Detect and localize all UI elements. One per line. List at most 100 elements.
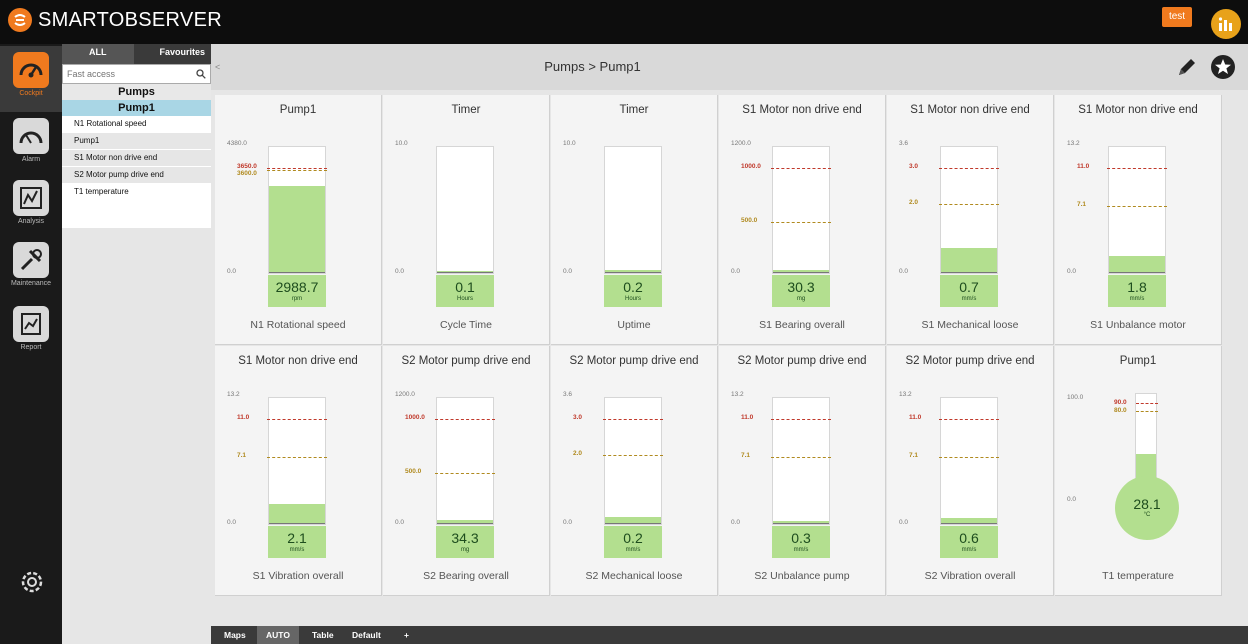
- card-title: S2 Motor pump drive end: [905, 355, 1035, 367]
- scale-max: 1200.0: [395, 391, 415, 398]
- card-subtitle: N1 Rotational speed: [250, 319, 346, 331]
- gauge-unit: mm/s: [793, 547, 809, 553]
- gauge-card[interactable]: S1 Motor non drive end 3.6 0.0 3.0 2.0 0.7 mm/…: [887, 95, 1054, 345]
- gauge-value: 0.2: [623, 279, 643, 295]
- tab-favourites[interactable]: Favourites: [134, 44, 212, 64]
- thermometer-card[interactable]: Pump1 100.0 0.0 90.0 80.0 28.1 °C T1 temperatur…: [1055, 346, 1222, 596]
- card-title: S1 Motor non drive end: [238, 355, 358, 367]
- threshold-label: 3.0: [573, 414, 583, 422]
- value-readout: 30.3 mg: [772, 275, 830, 307]
- value-readout: 0.1 Hours: [436, 275, 494, 307]
- thermometer-fill: [1136, 453, 1156, 478]
- scale-max: 4380.0: [227, 140, 247, 147]
- user-badge[interactable]: test: [1162, 7, 1192, 27]
- gauge-card[interactable]: S2 Motor pump drive end 3.6 0.0 3.0 2.0 0.2 mm…: [551, 346, 718, 596]
- fast-access-search: [62, 64, 211, 84]
- gauge-card[interactable]: S1 Motor non drive end 1200.0 0.0 1000.0 500…: [719, 95, 886, 345]
- card-subtitle: S2 Mechanical loose: [585, 570, 683, 582]
- tree-group-pumps[interactable]: Pumps: [62, 84, 211, 100]
- gauge-value: 0.7: [959, 279, 979, 295]
- gauge-unit: mm/s: [625, 547, 641, 553]
- gauge-card[interactable]: S1 Motor non drive end 13.2 0.0 11.0 7.1 2.1 m…: [215, 346, 382, 596]
- tree-item-pump1[interactable]: Pump1: [62, 133, 211, 150]
- threshold-label: 11.0: [1077, 163, 1090, 171]
- gauge-card[interactable]: S2 Motor pump drive end 13.2 0.0 11.0 7.1 0.6…: [887, 346, 1054, 596]
- view-tab-maps[interactable]: Maps: [215, 626, 255, 644]
- tree-item-t1[interactable]: T1 temperature: [62, 184, 211, 201]
- threshold-label: 7.1: [741, 452, 751, 460]
- scale-min: 0.0: [395, 519, 405, 526]
- nav-report[interactable]: Report: [0, 300, 62, 366]
- search-icon[interactable]: [196, 69, 206, 79]
- view-tab-add[interactable]: +: [395, 626, 418, 644]
- card-title: S2 Motor pump drive end: [401, 355, 531, 367]
- breadcrumb: Pumps > Pump1: [544, 59, 641, 74]
- card-title: S1 Motor non drive end: [1078, 104, 1198, 116]
- threshold-label: 7.1: [909, 452, 919, 460]
- scale-max: 13.2: [227, 391, 240, 398]
- bar-baseline: [605, 523, 661, 524]
- nav-analysis[interactable]: Analysis: [0, 174, 62, 240]
- card-title: Timer: [451, 104, 481, 116]
- value-readout: 0.2 mm/s: [604, 526, 662, 558]
- gauge-unit: mm/s: [961, 296, 977, 302]
- gauge-card[interactable]: Timer 10.0 0.0 0.2 Hours Uptime: [551, 95, 718, 345]
- app-logo[interactable]: SMARTOBSERVER: [8, 8, 222, 32]
- view-tab-table[interactable]: Table: [303, 626, 343, 644]
- card-subtitle: S2 Bearing overall: [423, 570, 509, 582]
- scale-min: 0.0: [1067, 268, 1077, 275]
- nav-label: Report: [20, 344, 42, 351]
- cockpit-gauge-icon: [13, 52, 49, 88]
- card-subtitle: S1 Vibration overall: [252, 570, 344, 582]
- nav-alarm[interactable]: Alarm: [0, 112, 62, 178]
- nav-label: Cockpit: [19, 90, 43, 97]
- threshold-line: [267, 419, 327, 421]
- threshold-label: 2.0: [573, 449, 583, 457]
- scale-min: 0.0: [1067, 496, 1077, 503]
- threshold-line: [771, 457, 831, 459]
- nav-cockpit[interactable]: Cockpit: [0, 46, 62, 112]
- tree-selected-pump1[interactable]: Pump1: [62, 100, 211, 116]
- settings-gear-icon[interactable]: [20, 570, 44, 594]
- gauge-unit: mg: [796, 296, 806, 302]
- analysis-chart-icon: [13, 180, 49, 216]
- card-title: S2 Motor pump drive end: [737, 355, 867, 367]
- card-subtitle: S1 Unbalance motor: [1090, 319, 1186, 331]
- gauge-value: 0.3: [791, 530, 811, 546]
- card-title: Pump1: [1119, 355, 1157, 367]
- bar-baseline: [269, 523, 325, 524]
- edit-pencil-icon[interactable]: [1176, 56, 1198, 78]
- scale-max: 100.0: [1067, 394, 1084, 401]
- card-title: S1 Motor non drive end: [742, 104, 862, 116]
- gauge-card[interactable]: S2 Motor pump drive end 1200.0 0.0 1000.0 50…: [383, 346, 550, 596]
- tree-item-s2[interactable]: S2 Motor pump drive end: [62, 167, 211, 184]
- nav-label: Alarm: [21, 156, 41, 163]
- view-tab-auto[interactable]: AUTO: [257, 626, 299, 644]
- gauge-card[interactable]: S1 Motor non drive end 13.2 0.0 11.0 7.1 1.8 m…: [1055, 95, 1222, 345]
- value-readout: 0.6 mm/s: [940, 526, 998, 558]
- gauge-card[interactable]: Timer 10.0 0.0 0.1 Hours Cycle Time: [383, 95, 550, 345]
- threshold-label: 11.0: [909, 414, 922, 422]
- tree-item-n1[interactable]: N1 Rotational speed: [62, 116, 211, 133]
- scale-max: 3.6: [563, 391, 573, 398]
- nav-maintenance[interactable]: Maintenance: [0, 236, 62, 302]
- card-subtitle: S1 Mechanical loose: [921, 319, 1019, 331]
- card-title: S1 Motor non drive end: [910, 104, 1030, 116]
- tab-all[interactable]: ALL: [62, 44, 134, 64]
- gauge-card[interactable]: S2 Motor pump drive end 13.2 0.0 11.0 7.1 0.3…: [719, 346, 886, 596]
- gauge-value: 2.1: [287, 530, 307, 546]
- view-tab-default[interactable]: Default: [343, 626, 390, 644]
- scale-min: 0.0: [899, 519, 909, 526]
- smartobserver-logo-icon: [8, 8, 32, 32]
- favourite-star-icon[interactable]: [1210, 54, 1236, 80]
- gauge-card[interactable]: Pump1 4380.0 0.0 3650.0 3600.0 2988.7 rpm N1 Ro…: [215, 95, 382, 345]
- tree-item-s1[interactable]: S1 Motor non drive end: [62, 150, 211, 167]
- bar-baseline: [605, 272, 661, 273]
- threshold-line: [1136, 402, 1158, 404]
- bar-gauge: 1000.0 500.0: [405, 397, 495, 525]
- card-subtitle: T1 temperature: [1102, 570, 1174, 582]
- fast-access-input[interactable]: [67, 69, 196, 79]
- threshold-label: 3600.0: [237, 169, 257, 177]
- bar-gauge: 11.0 7.1: [909, 397, 999, 525]
- asset-tree-panel: ALL Favourites Pumps Pump1 N1 Rotational…: [62, 44, 211, 228]
